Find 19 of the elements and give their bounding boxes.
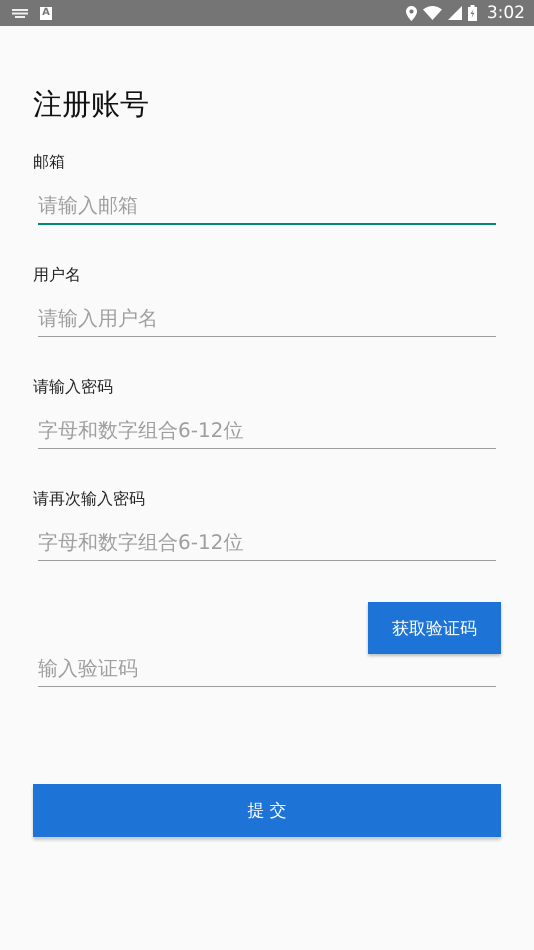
field-label: 请输入密码 (33, 376, 114, 398)
input-field[interactable]: 请输入用户名 (38, 302, 496, 337)
keyboard-icon (12, 8, 28, 18)
input-field[interactable]: 请输入邮箱 (38, 189, 496, 225)
input-field[interactable]: 字母和数字组合6-12位 (38, 414, 496, 449)
get-code-button[interactable]: 获取验证码 (368, 602, 501, 654)
page-title: 注册账号 (33, 86, 150, 123)
field-label: 请再次输入密码 (33, 488, 146, 510)
field-label: 邮箱 (33, 151, 66, 173)
battery-icon (468, 5, 477, 21)
submit-button[interactable]: 提 交 (33, 784, 501, 837)
wifi-icon (422, 6, 442, 20)
location-icon (406, 6, 417, 20)
signal-icon (448, 6, 462, 20)
clock-time: 3:02 (486, 3, 525, 23)
input-field[interactable]: 字母和数字组合6-12位 (38, 526, 496, 561)
field-label: 用户名 (33, 264, 82, 286)
input-field[interactable]: 输入验证码 (38, 652, 496, 687)
input-method-icon: A (40, 6, 52, 20)
